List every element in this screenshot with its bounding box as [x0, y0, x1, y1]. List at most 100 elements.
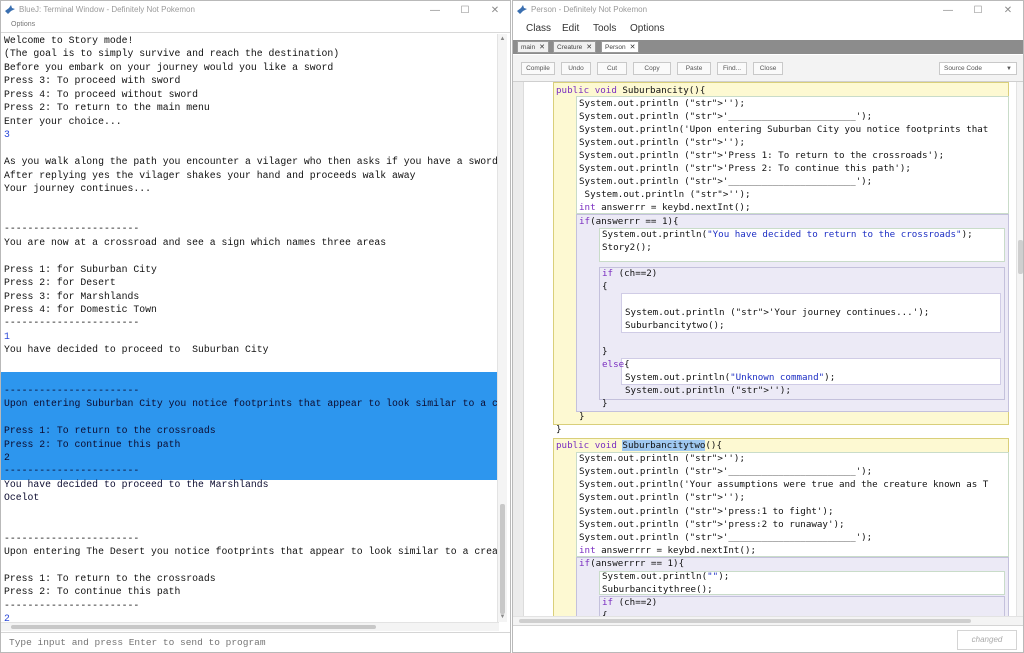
code-line: }	[602, 346, 608, 357]
maximize-icon[interactable]: ☐	[450, 1, 480, 19]
terminal-line: -----------------------	[4, 384, 140, 396]
code-line: int answerrr = keybd.nextInt();	[579, 202, 751, 214]
terminal-line: Press 2: for Desert	[4, 277, 116, 289]
terminal-vertical-scrollbar[interactable]: ▲ ▼	[497, 34, 507, 622]
tab-label: main	[521, 44, 536, 51]
terminal-line: Press 4: To proceed without sword	[4, 88, 199, 100]
tab-person[interactable]: Person ✕	[601, 41, 640, 53]
scroll-thumb[interactable]	[11, 625, 376, 629]
code-line: if(answerrrr == 1){	[579, 557, 685, 569]
editor-window: Person - Definitely Not Pokemon — ☐ ✕ Cl…	[512, 0, 1024, 653]
tab-label: Person	[605, 44, 626, 51]
menu-options[interactable]: Options	[630, 23, 664, 34]
terminal-line: Press 1: To return to the crossroads	[4, 425, 216, 437]
editor-horizontal-scrollbar[interactable]	[513, 616, 1023, 625]
terminal-line: You have decided to proceed to the Marsh…	[4, 478, 269, 490]
code-line: System.out.println ("str">'');	[579, 137, 745, 149]
paste-button[interactable]: Paste	[677, 62, 711, 75]
code-line: System.out.println ("str">'press:2 to ru…	[579, 518, 845, 530]
terminal-window-title: BlueJ: Terminal Window - Definitely Not …	[19, 5, 195, 14]
terminal-line: -----------------------	[4, 465, 140, 477]
maximize-icon[interactable]: ☐	[963, 1, 993, 19]
nested-if-scope	[599, 596, 1005, 616]
editor-window-title: Person - Definitely Not Pokemon	[531, 5, 648, 14]
close-button[interactable]: Close	[753, 62, 783, 75]
terminal-line: Press 2: To return to the main menu	[4, 102, 210, 114]
terminal-line: You are now at a crossroad and see a sig…	[4, 236, 387, 248]
close-tab-icon[interactable]: ✕	[630, 44, 636, 51]
close-tab-icon[interactable]: ✕	[586, 44, 592, 51]
code-line: System.out.println ("str">'press:1 to fi…	[579, 505, 834, 517]
cut-button[interactable]: Cut	[597, 62, 627, 75]
find-button[interactable]: Find...	[717, 62, 747, 75]
compile-button[interactable]: Compile	[521, 62, 555, 75]
terminal-line: Press 2: To continue this path	[4, 438, 181, 450]
editor-statusbar: changed	[513, 625, 1023, 652]
editor-vertical-scrollbar[interactable]	[1016, 82, 1023, 616]
close-icon[interactable]: ✕	[480, 1, 510, 19]
code-line: System.out.println ("str">'_____________…	[579, 466, 873, 478]
code-line: System.out.println ("str">'_____________…	[579, 111, 873, 123]
code-line: }	[556, 424, 562, 436]
code-line: if (ch==2)	[602, 597, 658, 609]
close-icon[interactable]: ✕	[993, 1, 1023, 19]
code-line: else{	[602, 359, 630, 371]
code-line: System.out.println ("str">'Press 2: To c…	[579, 163, 911, 175]
terminal-line: Press 1: To return to the crossroads	[4, 573, 216, 584]
minimize-icon[interactable]: —	[933, 1, 963, 19]
code-line: System.out.println ("str">'');	[625, 385, 791, 397]
close-tab-icon[interactable]: ✕	[539, 44, 545, 51]
copy-button[interactable]: Copy	[633, 62, 671, 75]
terminal-output[interactable]: Welcome to Story mode! (The goal is to si…	[1, 34, 499, 622]
editor-tabs: main ✕ Creature ✕ Person ✕	[513, 40, 1023, 54]
code-line: {	[602, 280, 608, 292]
terminal-line: -----------------------	[4, 223, 140, 235]
view-select[interactable]: Source Code ▼	[939, 62, 1017, 75]
terminal-line: Press 1: for Suburban City	[4, 263, 157, 275]
code-line: Suburbancitythree();	[602, 584, 713, 596]
code-line: System.out.println("");	[602, 571, 730, 582]
menu-edit[interactable]: Edit	[562, 23, 579, 34]
code-line: System.out.println ("str">'Press 1: To r…	[579, 150, 945, 162]
terminal-line: Welcome to Story mode!	[4, 35, 134, 46]
undo-button[interactable]: Undo	[561, 62, 591, 75]
tab-main[interactable]: main ✕	[517, 41, 549, 53]
options-menu[interactable]: Options	[11, 21, 35, 28]
terminal-input[interactable]	[1, 632, 510, 652]
tab-creature[interactable]: Creature ✕	[553, 41, 597, 53]
menu-class[interactable]: Class	[526, 23, 551, 34]
code-editor[interactable]: public void Suburbancity(){ System.out.pr…	[513, 82, 1016, 616]
scroll-thumb[interactable]	[519, 619, 971, 623]
code-line: System.out.println('Your assumptions wer…	[579, 479, 989, 491]
minimize-icon[interactable]: —	[420, 1, 450, 19]
code-line: System.out.println ("str">'');	[579, 492, 745, 504]
scroll-thumb[interactable]	[500, 504, 505, 614]
code-line: System.out.println ("str">'');	[579, 189, 751, 201]
code-line: Story2();	[602, 241, 652, 253]
terminal-line: 2	[4, 451, 10, 463]
terminal-horizontal-scrollbar[interactable]	[1, 622, 499, 631]
terminal-line: As you walk along the path you encounter…	[4, 156, 498, 168]
menu-tools[interactable]: Tools	[593, 23, 616, 34]
terminal-line: -----------------------	[4, 599, 140, 611]
terminal-titlebar: BlueJ: Terminal Window - Definitely Not …	[1, 1, 510, 19]
code-line: public void Suburbancity(){	[556, 85, 706, 96]
editor-titlebar: Person - Definitely Not Pokemon — ☐ ✕	[513, 1, 1023, 19]
line-gutter[interactable]	[513, 82, 524, 616]
code-line: System.out.println ("str">'_____________…	[579, 176, 873, 188]
terminal-line: Upon entering The Desert you notice foot…	[4, 546, 499, 558]
terminal-line: 2	[4, 613, 10, 622]
terminal-line: Press 3: To proceed with sword	[4, 75, 181, 87]
scroll-up-icon[interactable]: ▲	[498, 34, 507, 44]
code-line: System.out.println ("str">'_____________…	[579, 531, 873, 543]
scroll-down-icon[interactable]: ▼	[498, 612, 507, 622]
terminal-line: Enter your choice...	[4, 115, 122, 127]
code-line: System.out.println("You have decided to …	[602, 228, 973, 240]
code-line: System.out.println("Unknown command");	[625, 372, 836, 384]
code-line: System.out.println ("str">'Your journey …	[625, 306, 930, 318]
code-line: }	[579, 411, 585, 423]
terminal-line: Press 3: for Marshlands	[4, 290, 140, 302]
terminal-line: 1	[4, 330, 10, 342]
editor-menubar: Class Edit Tools Options	[513, 19, 1023, 39]
scroll-thumb[interactable]	[1018, 240, 1023, 274]
